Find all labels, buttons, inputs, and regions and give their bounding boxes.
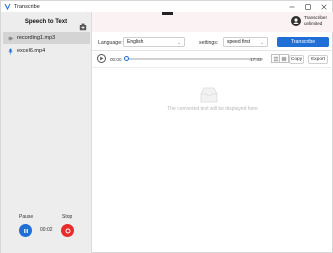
file-name: excel6.mp4 [17,48,46,54]
play-icon [100,56,104,61]
pause-label: Pause [19,214,34,220]
export-button[interactable]: Export [308,55,328,64]
language-select[interactable]: English ⌄ [123,37,185,47]
microphone-icon [7,48,14,55]
sidebar-header: Speech to Text [1,12,91,32]
minimize-icon[interactable] [284,1,300,12]
pause-button[interactable] [19,224,32,237]
sidebar-title: Speech to Text [24,19,68,25]
user-info: Transcriber unlimited [304,15,327,26]
stop-label: Stop [62,214,73,220]
play-button[interactable] [97,54,106,63]
player-row: 00:00 17:33 Copy Export [92,51,333,67]
user-plan: unlimited [303,20,323,26]
chevron-down-icon: ⌄ [177,40,181,45]
language-value: English [127,39,144,45]
file-item-recording1[interactable]: recording1.mp3 [3,32,90,44]
list-icon [273,56,278,61]
user-account[interactable]: Transcriber unlimited [290,15,327,26]
window-title: Transcribe [14,3,40,10]
user-icon [293,17,299,24]
main-header: Transcriber unlimited [92,12,333,32]
camera-notch [162,12,173,15]
maximize-icon[interactable] [300,1,316,12]
settings-value: speed first [227,39,251,45]
window-controls [284,1,332,12]
file-name: recording1.mp3 [17,35,56,41]
copy-button[interactable]: Copy [289,55,304,64]
total-time: 17:33 [250,57,262,62]
empty-inbox-icon [200,87,218,103]
recording-elapsed-time: 00:02 [40,227,53,233]
avatar [290,15,301,26]
stop-button[interactable] [61,224,74,237]
add-file-icon[interactable] [79,18,87,31]
waveform-icon [7,35,14,42]
language-label: Language: [98,40,123,46]
divider [92,67,333,68]
chevron-down-icon: ⌄ [260,40,264,45]
pause-icon [23,228,28,233]
stop-icon [65,228,70,233]
empty-state-message: The converted text will be displayed her… [167,106,258,112]
settings-row: Language: English ⌄ settings: speed firs… [92,32,333,50]
sidebar: Speech to Text recording1.mp3 excel6.mp4… [1,12,92,253]
transcribe-button[interactable]: Transcribe [277,37,329,47]
user-name: Transcriber [303,15,327,20]
current-time: 00:00 [110,57,122,62]
title-bar: Transcribe [1,1,332,12]
file-item-excel6[interactable]: excel6.mp4 [3,45,90,57]
settings-select[interactable]: speed first ⌄ [223,37,268,47]
paragraph-icon [281,56,287,61]
progress-knob[interactable] [124,56,129,61]
app-logo-icon [4,3,11,10]
progress-track[interactable] [126,58,263,60]
app-window: Transcribe Speech to Text recording1.mp3… [0,0,333,253]
close-icon[interactable] [316,1,332,12]
list-view-button[interactable] [271,54,280,63]
paragraph-view-button[interactable] [280,54,289,63]
settings-label: settings: [199,40,219,46]
